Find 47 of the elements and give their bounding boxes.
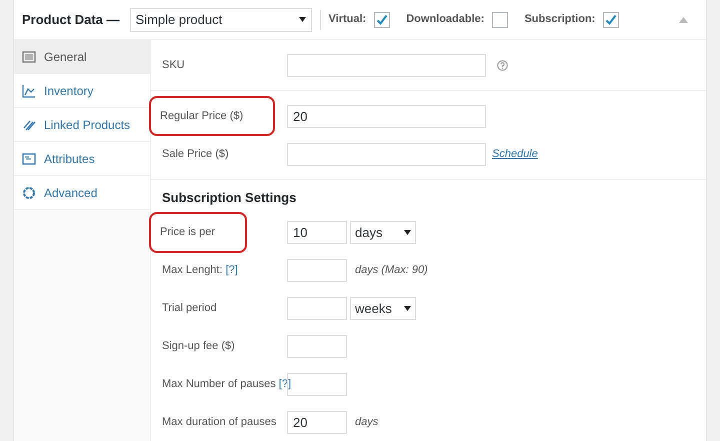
sidebar-tab[interactable]: General bbox=[14, 40, 150, 74]
input-field[interactable] bbox=[287, 297, 347, 320]
caret-icon bbox=[298, 17, 306, 22]
field-label: Max Lenght: bbox=[162, 264, 223, 276]
option-label: Virtual: bbox=[328, 12, 366, 28]
field-label: SKU bbox=[161, 58, 185, 73]
highlighted-label: Regular Price ($) bbox=[149, 96, 276, 136]
list-icon bbox=[22, 152, 36, 166]
collapse-icon[interactable] bbox=[679, 16, 688, 22]
field-note: days (Max: 90) bbox=[355, 263, 428, 278]
field-label: Max duration of pauses bbox=[161, 415, 276, 430]
sidebar-tab[interactable]: Attributes bbox=[14, 142, 150, 176]
option-label: Downloadable: bbox=[406, 12, 484, 28]
input-field[interactable]: 10 bbox=[287, 221, 347, 244]
field-label: Sign-up fee ($) bbox=[161, 339, 235, 354]
highlighted-label: Price is per bbox=[149, 212, 248, 253]
field-note: days bbox=[355, 415, 378, 430]
field-label: Sale Price ($) bbox=[161, 146, 229, 162]
help-link[interactable]: [?] bbox=[278, 378, 292, 390]
help-link[interactable]: [?] bbox=[226, 264, 238, 276]
input-field[interactable] bbox=[287, 259, 347, 282]
panel-title: Product Data — bbox=[22, 10, 120, 29]
period-select[interactable]: days bbox=[350, 221, 416, 244]
period-select[interactable]: weeks bbox=[350, 297, 416, 320]
input-field[interactable]: 20 bbox=[287, 411, 347, 434]
gear-icon bbox=[22, 186, 36, 200]
section-heading: Subscription Settings bbox=[161, 189, 298, 207]
chart-icon bbox=[22, 84, 36, 98]
sidebar-tab[interactable]: Advanced bbox=[14, 176, 150, 210]
sidebar-tab[interactable]: Inventory bbox=[14, 74, 150, 108]
input-field[interactable] bbox=[287, 335, 347, 358]
option-label: Subscription: bbox=[524, 12, 596, 28]
schedule-link[interactable]: Schedule bbox=[492, 146, 538, 162]
caret-icon bbox=[404, 306, 411, 311]
input-field[interactable] bbox=[287, 142, 486, 166]
field-label: Max Number of pauses bbox=[162, 378, 276, 390]
field-label: Trial period bbox=[161, 301, 217, 316]
input-field[interactable] bbox=[287, 54, 486, 76]
checkbox[interactable] bbox=[374, 12, 390, 28]
checkbox[interactable] bbox=[492, 12, 508, 28]
checkbox[interactable] bbox=[603, 12, 620, 28]
product-type-select[interactable]: Simple product bbox=[130, 8, 312, 32]
grid-icon bbox=[22, 50, 36, 64]
help-icon[interactable] bbox=[497, 60, 508, 70]
caret-icon bbox=[404, 230, 411, 235]
input-field[interactable]: 20 bbox=[287, 104, 486, 128]
sidebar-tab[interactable]: Linked Products bbox=[14, 108, 150, 142]
